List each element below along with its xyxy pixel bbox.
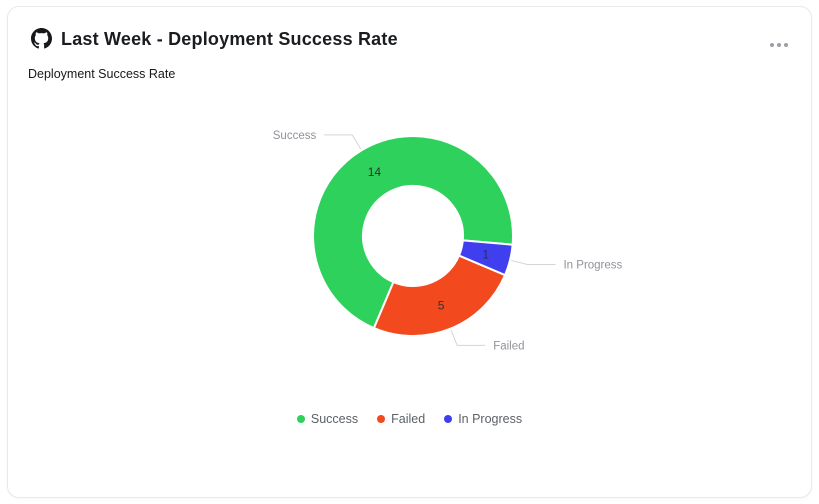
ellipsis-icon <box>770 43 788 47</box>
slice-value-in-progress: 1 <box>482 247 489 261</box>
slice-value-failed: 5 <box>438 299 445 313</box>
legend-marker-failed <box>377 415 385 423</box>
legend-item-failed[interactable]: Failed <box>377 412 425 426</box>
legend-item-in-progress[interactable]: In Progress <box>444 412 522 426</box>
chart-title: Deployment Success Rate <box>28 67 175 81</box>
callout-label-in-progress: In Progress <box>563 260 622 272</box>
donut-chart: 14 Success 5 Failed 1 In Progress <box>8 87 811 417</box>
callout-label-failed: Failed <box>493 340 524 352</box>
legend-label: Failed <box>391 412 425 426</box>
legend-marker-in-progress <box>444 415 452 423</box>
callout-line-failed <box>451 330 485 346</box>
card-title: Last Week - Deployment Success Rate <box>61 29 398 50</box>
legend-item-success[interactable]: Success <box>297 412 358 426</box>
legend-label: In Progress <box>458 412 522 426</box>
callout-label-success: Success <box>273 130 317 142</box>
callout-line-in-progress <box>511 260 555 264</box>
legend-marker-success <box>297 415 305 423</box>
legend-label: Success <box>311 412 358 426</box>
dashboard-widget-card: Last Week - Deployment Success Rate Depl… <box>7 6 812 498</box>
chart-legend: Success Failed In Progress <box>8 408 811 430</box>
github-icon <box>31 28 52 49</box>
callout-line-success <box>324 135 361 150</box>
card-header: Last Week - Deployment Success Rate <box>8 7 811 63</box>
slice-value-success: 14 <box>368 165 382 179</box>
card-menu-button[interactable] <box>765 35 793 55</box>
